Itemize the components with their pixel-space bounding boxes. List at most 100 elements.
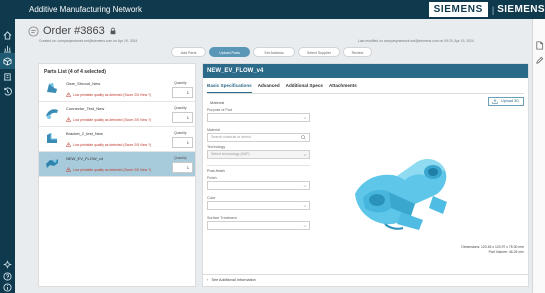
3d-viewer[interactable]: Upload 3D Dimensions: 120.45 x 120.97 x …: [315, 97, 526, 269]
search-icon: [301, 135, 306, 140]
part-warning-text: Low printable quality as detected (Score…: [73, 117, 152, 122]
post-finish-section: Post-finish: [207, 165, 310, 173]
additional-information-toggle[interactable]: › See Additional Information: [203, 274, 528, 286]
quantity-label: Quantity: [174, 106, 187, 110]
quantity-label: Quantity: [174, 81, 187, 85]
home-icon: [3, 31, 12, 40]
part-row[interactable]: Gear_Shroud_New Low printable quality as…: [39, 77, 195, 102]
order-title: Order #3863: [43, 25, 105, 37]
part-warning-text: Low printable quality as detected (Score…: [73, 167, 152, 172]
parts-icon: [3, 57, 12, 66]
warning-icon: [66, 167, 71, 172]
parts-list-title: Parts List (4 of 4 selected): [44, 69, 106, 75]
material-search-input[interactable]: Search material or select: [207, 133, 310, 142]
purpose-select[interactable]: [207, 113, 310, 122]
tab-additional-specs[interactable]: Additional Specs: [286, 81, 323, 93]
top-bar: Additive Manufacturing Network SIEMENS |…: [0, 0, 545, 19]
nav-building-icon[interactable]: [2, 71, 13, 82]
info-icon: [3, 283, 12, 292]
part-name: NEW_EV_FLOW_v4: [66, 156, 104, 161]
detail-tabs: Basic Specifications Advanced Additional…: [203, 81, 528, 93]
specifications-form: Material Purpose of Part Material Search…: [207, 97, 310, 230]
material-placeholder: Search material or select: [211, 135, 251, 139]
brand: SIEMENS | SIEMENS: [428, 0, 545, 19]
part-warning-text: Low printable quality as detected (Score…: [73, 92, 152, 97]
tab-advanced[interactable]: Advanced: [258, 81, 280, 93]
building-icon: [3, 73, 12, 81]
tab-basic-specifications[interactable]: Basic Specifications: [207, 81, 252, 93]
quantity-input[interactable]: 1: [172, 87, 193, 98]
nav-info-icon[interactable]: [2, 282, 13, 293]
chevron-right-icon: ›: [207, 278, 211, 282]
part-warning: Low printable quality as detected (Score…: [66, 92, 151, 97]
part-warning: Low printable quality as detected (Score…: [66, 167, 151, 172]
app-title: Additive Manufacturing Network: [29, 5, 142, 14]
quantity-label: Quantity: [174, 156, 187, 160]
step-review[interactable]: Review: [343, 47, 372, 57]
warning-icon: [66, 92, 71, 97]
nav-settings-icon[interactable]: [2, 259, 13, 270]
part-3d-model: [355, 159, 447, 230]
chevron-down-icon: [303, 154, 307, 156]
finish-select[interactable]: [207, 181, 310, 190]
step-select-supplier[interactable]: Select Supplier: [298, 47, 340, 57]
part-thumbnail: [46, 109, 58, 119]
chevron-down-icon: [303, 185, 307, 187]
part-row[interactable]: Connector_Test_New Low printable quality…: [39, 102, 195, 127]
color-select[interactable]: [207, 201, 310, 210]
quantity-input[interactable]: 1: [172, 162, 193, 173]
part-name: Gear_Shroud_New: [66, 81, 101, 86]
lock-icon: [110, 27, 116, 35]
parts-list-panel: Parts List (4 of 4 selected) Gear_Shroud…: [38, 63, 196, 287]
brand-text: SIEMENS: [497, 4, 545, 15]
order-created-info: Created on: companynetwork.net@siemens.c…: [39, 39, 138, 43]
part-name: Bracket_2_test_New: [66, 131, 103, 136]
surface-treatment-select[interactable]: [207, 221, 310, 230]
part-detail-title: NEW_EV_FLOW_v4: [203, 64, 528, 78]
edit-icon[interactable]: [535, 56, 544, 65]
step-upload-parts[interactable]: Upload Parts: [209, 47, 250, 57]
part-warning-text: Low printable quality as detected (Score…: [73, 142, 152, 147]
tab-divider: [207, 93, 524, 94]
technology-label: Technology: [207, 145, 226, 149]
additional-information-label: See Additional Information: [211, 278, 256, 282]
step-set-address[interactable]: Set Address: [253, 47, 295, 57]
order-icon: [28, 25, 39, 37]
part-volume-text: Part Volume: 46.25 cm³: [488, 250, 524, 254]
material-label: Material: [207, 128, 220, 132]
order-header: Order #3863 Created on: companynetwork.n…: [28, 25, 137, 43]
right-rail: [532, 19, 545, 293]
settings-icon: [3, 260, 12, 269]
color-label: Color: [207, 196, 216, 200]
warning-icon: [66, 117, 71, 122]
upload-3d-label: Upload 3D: [501, 99, 519, 103]
quantity-label: Quantity: [174, 131, 187, 135]
technology-select[interactable]: Select technology (MJF): [207, 150, 310, 159]
siemens-logo: SIEMENS: [428, 2, 488, 17]
part-row[interactable]: Bracket_2_test_New Low printable quality…: [39, 127, 195, 152]
nav-chart-icon[interactable]: [2, 43, 13, 54]
nav-home-icon[interactable]: [2, 30, 13, 41]
step-add-parts[interactable]: Add Parts: [171, 47, 206, 57]
material-section-heading: Material: [210, 100, 225, 105]
part-thumbnail: [47, 133, 57, 143]
workflow-steps: Add Parts Upload Parts Set Address Selec…: [171, 47, 375, 57]
document-icon[interactable]: [535, 41, 544, 50]
warning-icon: [66, 142, 71, 147]
part-warning: Low printable quality as detected (Score…: [66, 117, 151, 122]
nav-help-icon[interactable]: [2, 271, 13, 282]
brand-separator: |: [491, 4, 495, 15]
help-icon: [3, 272, 12, 281]
finish-label: Finish: [207, 176, 217, 180]
nav-history-icon[interactable]: [2, 86, 13, 97]
left-nav: [0, 19, 15, 293]
quantity-input[interactable]: 1: [172, 112, 193, 123]
order-modified-info: Last modified on companynetwork.net@siem…: [358, 39, 474, 43]
upload-3d-button[interactable]: Upload 3D: [488, 97, 524, 106]
quantity-input[interactable]: 1: [172, 137, 193, 148]
tab-attachments[interactable]: Attachments: [329, 81, 357, 93]
part-row-selected[interactable]: NEW_EV_FLOW_v4 Low printable quality as …: [39, 152, 195, 177]
nav-parts-icon[interactable]: [2, 56, 13, 67]
part-dimensions-info: Dimensions: 120.45 x 120.97 x 75.30 mm P…: [461, 245, 524, 255]
chevron-down-icon: [303, 205, 307, 207]
